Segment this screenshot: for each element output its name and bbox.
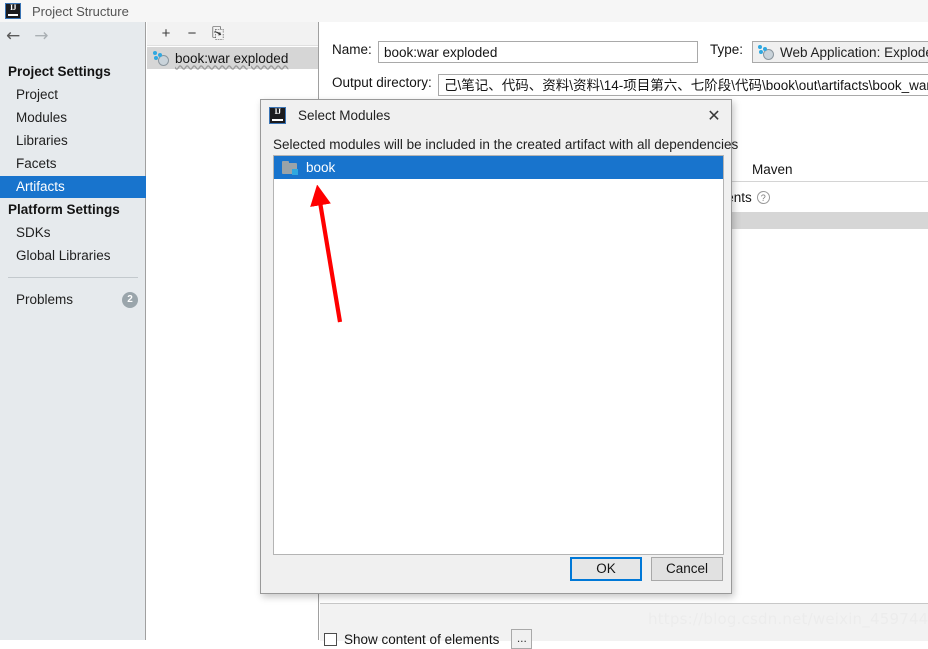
navigation-arrows: ← →	[0, 22, 145, 51]
output-directory-row: Output directory:	[332, 75, 432, 90]
sidebar-item-artifacts[interactable]: Artifacts	[0, 176, 146, 198]
question-mark-icon[interactable]: ?	[756, 191, 770, 204]
dialog-description: Selected modules will be included in the…	[273, 137, 739, 152]
sidebar-item-libraries[interactable]: Libraries	[0, 130, 146, 152]
artifact-type-value: Web Application: Exploded	[780, 44, 928, 60]
web-artifact-icon	[758, 44, 774, 60]
sidebar-item-sdks[interactable]: SDKs	[0, 222, 146, 244]
tab-maven[interactable]: Maven	[752, 162, 793, 177]
sidebar-heading-project-settings: Project Settings	[8, 64, 111, 79]
sidebar-item-project[interactable]: Project	[0, 84, 146, 106]
dialog-title: Select Modules	[298, 107, 391, 123]
add-icon[interactable]: +	[155, 24, 177, 44]
sidebar-item-label: Project	[16, 87, 59, 102]
web-artifact-icon	[153, 50, 169, 66]
close-icon[interactable]: ✕	[703, 105, 725, 127]
module-list-item-label: book	[306, 160, 336, 175]
artifact-type-combo[interactable]: Web Application: Exploded	[752, 41, 928, 63]
remove-icon[interactable]: −	[181, 24, 203, 44]
name-label: Name:	[332, 42, 372, 57]
select-modules-dialog: Select Modules ✕ Selected modules will b…	[260, 99, 738, 594]
output-directory-label: Output directory:	[332, 75, 432, 90]
sidebar-item-label: Facets	[16, 156, 57, 171]
sidebar-item-label: Global Libraries	[16, 248, 111, 263]
sidebar-item-label: Problems	[16, 292, 74, 307]
module-list-item[interactable]: book	[274, 156, 723, 179]
arrow-right-icon[interactable]: →	[34, 28, 48, 45]
sidebar-item-global-libraries[interactable]: Global Libraries	[0, 245, 146, 267]
arrow-left-icon[interactable]: ←	[6, 28, 20, 45]
dialog-titlebar: Select Modules	[261, 100, 731, 130]
more-options-button[interactable]: ...	[511, 629, 533, 649]
tab-divider	[705, 181, 928, 182]
dialog-button-bar: OK Cancel	[261, 557, 731, 581]
copy-icon[interactable]: ⎘	[207, 24, 229, 44]
show-content-checkbox[interactable]	[324, 632, 337, 646]
sidebar-item-modules[interactable]: Modules	[0, 107, 146, 129]
sidebar-divider	[8, 277, 138, 278]
sidebar-item-label: SDKs	[16, 225, 51, 240]
intellij-idea-icon	[5, 3, 21, 19]
cancel-button[interactable]: Cancel	[651, 557, 723, 581]
output-directory-input[interactable]: 己\笔记、代码、资料\资料\14-项目第六、七阶段\代码\book\out\ar…	[438, 74, 928, 96]
artifact-name-input[interactable]: book:war exploded	[378, 41, 698, 63]
show-content-checkbox-row[interactable]: Show content of elements ...	[324, 629, 533, 649]
window-title: Project Structure	[32, 3, 129, 19]
watermark-text: https://blog.csdn.net/weixin_45974445	[648, 610, 928, 628]
sidebar-item-problems[interactable]: Problems 2	[0, 289, 146, 311]
ok-button[interactable]: OK	[570, 557, 642, 581]
name-field-row: Name:	[332, 42, 372, 57]
sidebar-item-label: Artifacts	[16, 179, 65, 194]
show-content-label: Show content of elements	[344, 631, 500, 647]
type-label: Type:	[710, 42, 744, 57]
problems-count-badge: 2	[122, 292, 138, 308]
module-folder-icon	[282, 160, 298, 175]
artifacts-list-item[interactable]: book:war exploded	[147, 47, 318, 69]
modules-list[interactable]: book	[273, 155, 724, 555]
window-titlebar: Project Structure	[0, 0, 928, 22]
sidebar-item-facets[interactable]: Facets	[0, 153, 146, 175]
sidebar-item-label: Libraries	[16, 133, 68, 148]
settings-sidebar: ← → Project Settings Project Modules Lib…	[0, 22, 146, 640]
intellij-idea-icon	[269, 106, 286, 124]
type-field-row: Type:	[710, 42, 743, 57]
sidebar-heading-platform-settings: Platform Settings	[8, 202, 120, 217]
sidebar-item-label: Modules	[16, 110, 68, 125]
artifacts-toolbar: + − ⎘	[147, 22, 318, 46]
artifacts-list-item-label: book:war exploded	[175, 50, 289, 66]
